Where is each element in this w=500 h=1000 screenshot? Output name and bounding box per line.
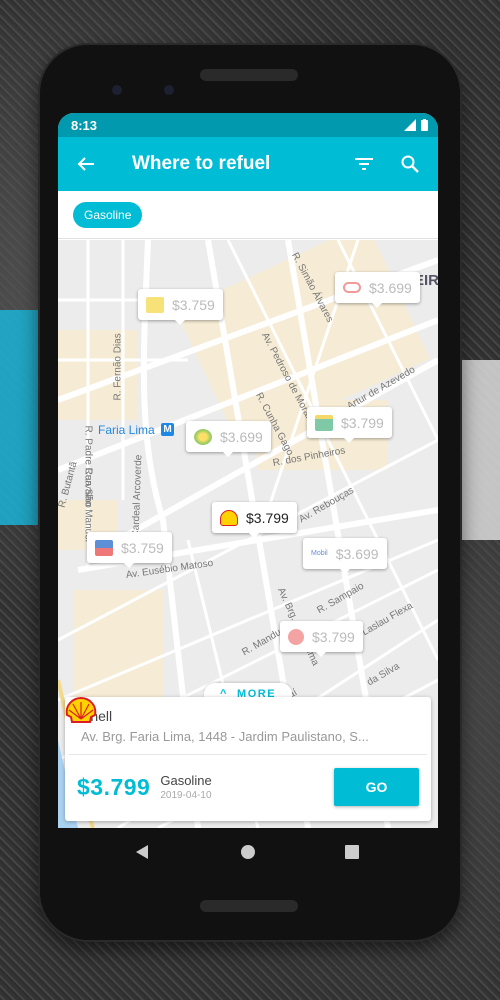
top-speaker (200, 69, 298, 81)
petrobras-logo-icon (315, 414, 333, 431)
mobil-logo-icon: Mobil (311, 550, 328, 557)
signal-icon (404, 119, 416, 131)
recents-nav-icon[interactable] (345, 845, 359, 859)
filter-chips: Gasoline (58, 191, 438, 239)
chip-gasoline[interactable]: Gasoline (73, 201, 143, 228)
station-pin-mobil[interactable]: Mobil $3.699 (303, 538, 387, 574)
pin-price: $3.699 (220, 428, 263, 445)
station-pin-br[interactable]: $3.799 (307, 407, 392, 443)
status-bar: 8:13 (58, 113, 438, 137)
shell-logo-icon (220, 509, 238, 526)
pin-price: $3.699 (369, 279, 412, 296)
pin-price: $3.699 (335, 545, 379, 562)
app-bar: Where to refuel (58, 137, 438, 191)
station-pin-ipiranga[interactable]: $3.759 (138, 289, 223, 325)
front-camera (164, 85, 174, 95)
pin-price: $3.799 (312, 628, 355, 645)
station-pin-shell[interactable]: $3.799 (212, 502, 297, 538)
page-title: Where to refuel (132, 153, 271, 174)
shell-logo-icon (65, 697, 97, 723)
back-button[interactable] (72, 150, 100, 178)
blue-road-marking (0, 310, 40, 525)
station-name: Shell (81, 707, 113, 724)
search-button[interactable] (396, 150, 424, 178)
pin-price: $3.759 (172, 296, 215, 313)
station-pin-texaco[interactable]: $3.799 (280, 621, 363, 657)
station-pin-bp[interactable]: $3.699 (186, 421, 271, 457)
go-button[interactable]: GO (334, 768, 419, 806)
bottom-speaker (200, 900, 298, 912)
pin-price: $3.799 (246, 509, 289, 526)
map[interactable]: R. Simão Álvares R. Fernão Dias R. Padre… (58, 240, 438, 828)
back-nav-icon[interactable] (136, 845, 148, 859)
search-icon (401, 155, 419, 173)
ipiranga-logo-icon (146, 296, 164, 313)
map-label-metro: Faria Lima (98, 423, 155, 437)
metro-icon: M (161, 423, 174, 436)
station-card[interactable]: Shell Av. Brg. Faria Lima, 1448 - Jardim… (65, 697, 431, 821)
pin-price: $3.799 (341, 414, 384, 431)
esso-logo-icon (343, 282, 361, 293)
home-nav-icon[interactable] (241, 845, 255, 859)
screen: 8:13 Where to refuel Gasoline R. Simão Á… (58, 113, 438, 828)
white-road-marking (458, 360, 500, 540)
chevron-logo-icon (95, 539, 113, 556)
fuel-type: Gasoline (160, 773, 212, 788)
station-price: $3.799 (77, 773, 151, 800)
station-pin-chevron[interactable]: $3.759 (87, 532, 172, 568)
status-time: 8:13 (71, 117, 98, 133)
map-label: R. Fernão Dias (112, 333, 124, 401)
station-pin-esso[interactable]: $3.699 (335, 272, 420, 308)
arrow-left-icon (77, 157, 94, 171)
bp-logo-icon (194, 428, 212, 445)
texaco-logo-icon (288, 628, 304, 645)
phone-frame: 8:13 Where to refuel Gasoline R. Simão Á… (40, 45, 460, 940)
filter-icon (355, 158, 373, 170)
price-date: 2019-04-10 (160, 790, 212, 801)
station-address: Av. Brg. Faria Lima, 1448 - Jardim Pauli… (81, 728, 369, 744)
battery-icon (421, 119, 428, 131)
map-label: Rua São Manuel (82, 467, 94, 543)
pin-price: $3.759 (121, 539, 164, 556)
filter-button[interactable] (350, 150, 378, 178)
navigation-bar (40, 840, 460, 864)
sensor (112, 85, 122, 95)
